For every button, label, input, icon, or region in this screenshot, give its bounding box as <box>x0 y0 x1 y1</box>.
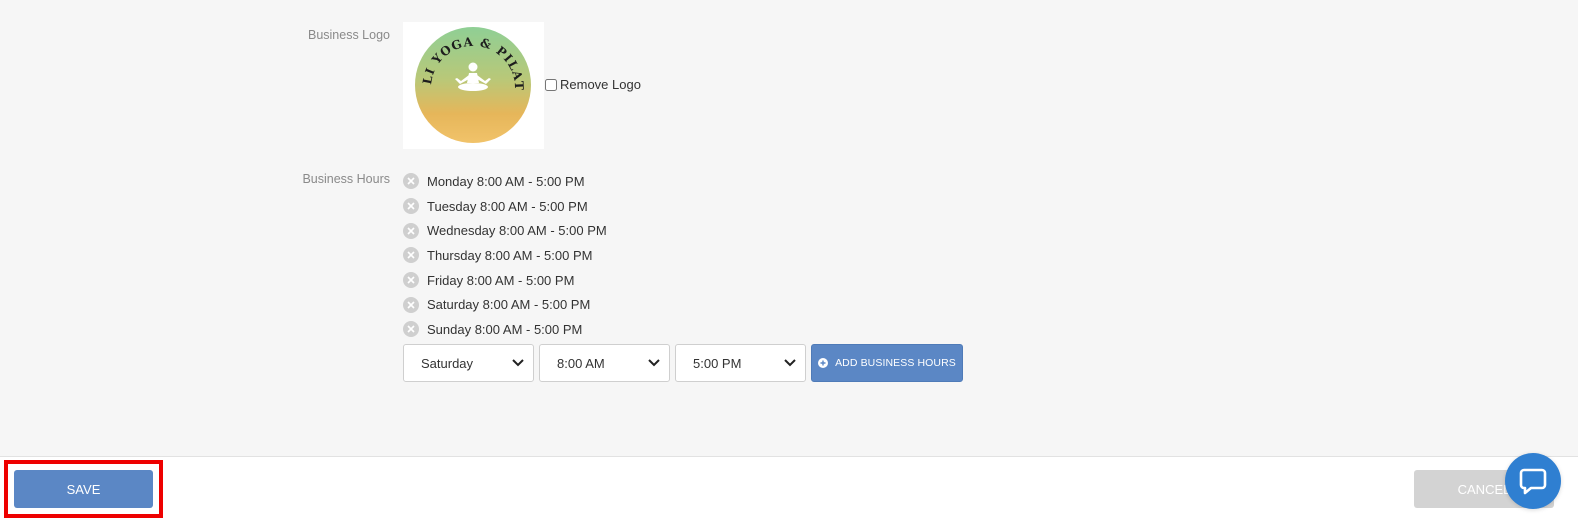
add-business-hours-button[interactable]: ADD BUSINESS HOURS <box>811 344 963 382</box>
business-hours-label: Business Hours <box>302 172 390 186</box>
x-circle-icon[interactable] <box>403 321 419 338</box>
x-circle-icon[interactable] <box>403 222 419 239</box>
start-time-select[interactable]: 8:00 AM <box>539 344 670 382</box>
chat-button[interactable] <box>1505 453 1561 509</box>
hours-item-text: Sunday 8:00 AM - 5:00 PM <box>427 321 583 337</box>
chevron-down-icon <box>648 359 660 367</box>
footer-bar <box>0 456 1578 525</box>
plus-circle-icon <box>818 358 829 368</box>
start-time-value: 8:00 AM <box>557 355 605 371</box>
save-button[interactable]: SAVE <box>14 470 153 508</box>
hours-item-friday: Friday 8:00 AM - 5:00 PM <box>403 268 607 293</box>
end-time-select[interactable]: 5:00 PM <box>675 344 806 382</box>
x-circle-icon[interactable] <box>403 247 419 264</box>
remove-logo-label: Remove Logo <box>560 77 641 92</box>
day-select-value: Saturday <box>421 355 474 371</box>
hours-item-sunday: Sunday 8:00 AM - 5:00 PM <box>403 317 607 342</box>
chevron-down-icon <box>784 359 796 367</box>
business-logo-image: FITLI YOGA & PILATES <box>403 22 544 149</box>
remove-logo-option[interactable]: Remove Logo <box>545 77 641 92</box>
cancel-label: CANCEL <box>1457 481 1511 497</box>
hours-item-tuesday: Tuesday 8:00 AM - 5:00 PM <box>403 194 607 219</box>
day-select[interactable]: Saturday <box>403 344 534 382</box>
hours-item-thursday: Thursday 8:00 AM - 5:00 PM <box>403 243 607 268</box>
x-circle-icon[interactable] <box>403 296 419 313</box>
hours-item-text: Friday 8:00 AM - 5:00 PM <box>427 272 575 288</box>
hours-item-text: Saturday 8:00 AM - 5:00 PM <box>427 297 591 313</box>
x-circle-icon[interactable] <box>403 198 419 215</box>
chat-bubble-icon <box>1519 468 1547 495</box>
add-hours-controls: Saturday 8:00 AM 5:00 PM ADD BUSINESS HO… <box>403 344 963 382</box>
hours-item-text: Tuesday 8:00 AM - 5:00 PM <box>427 198 588 214</box>
add-business-hours-label: ADD BUSINESS HOURS <box>835 357 956 369</box>
x-circle-icon[interactable] <box>403 173 419 190</box>
hours-item-monday: Monday 8:00 AM - 5:00 PM <box>403 169 607 194</box>
business-hours-list: Monday 8:00 AM - 5:00 PM Tuesday 8:00 AM… <box>403 169 607 342</box>
end-time-value: 5:00 PM <box>693 355 742 371</box>
business-logo-label: Business Logo <box>307 28 390 42</box>
hours-item-text: Thursday 8:00 AM - 5:00 PM <box>427 247 593 263</box>
x-circle-icon[interactable] <box>403 272 419 289</box>
chevron-down-icon <box>512 359 524 367</box>
hours-item-saturday: Saturday 8:00 AM - 5:00 PM <box>403 292 607 317</box>
hours-item-wednesday: Wednesday 8:00 AM - 5:00 PM <box>403 218 607 243</box>
hours-item-text: Wednesday 8:00 AM - 5:00 PM <box>427 223 607 239</box>
remove-logo-checkbox[interactable] <box>545 78 557 91</box>
hours-item-text: Monday 8:00 AM - 5:00 PM <box>427 173 585 189</box>
